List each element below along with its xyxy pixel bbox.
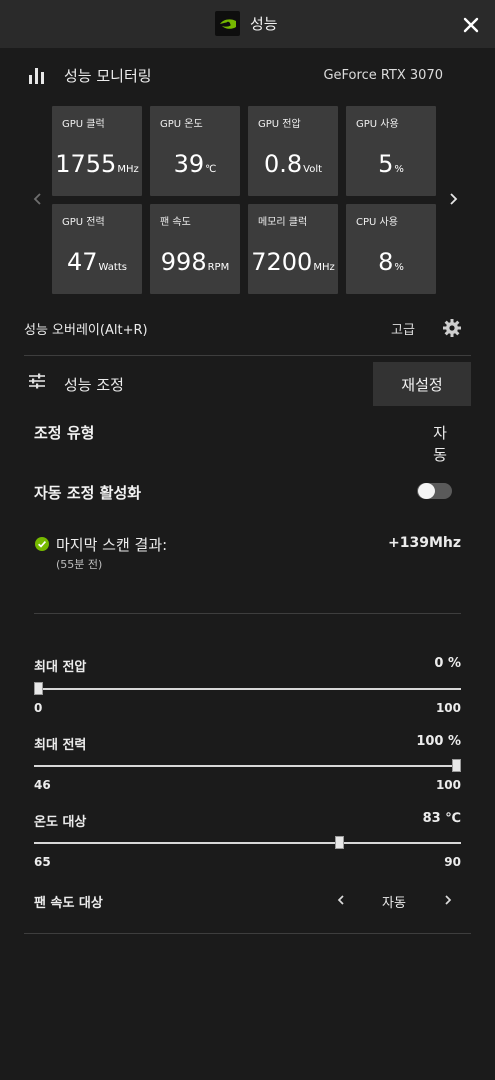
max-power-track[interactable] [34, 765, 461, 767]
metric-tile-cpu-usage: CPU 사용 8% [346, 204, 436, 294]
monitor-title: 성능 모니터링 [64, 67, 152, 85]
metric-tile-gpu-temp: GPU 온도 39℃ [150, 106, 240, 196]
tile-label: GPU 온도 [160, 119, 203, 130]
tile-unit: ℃ [205, 164, 217, 175]
metric-tile-memory-clock: 메모리 클럭 7200MHz [248, 204, 338, 294]
tile-label: CPU 사용 [356, 217, 398, 228]
gear-icon[interactable] [442, 318, 462, 342]
advanced-link[interactable]: 고급 [391, 319, 415, 338]
max-power-label: 최대 전력 [34, 738, 87, 753]
close-icon[interactable] [458, 12, 484, 38]
max-voltage-max: 100 [435, 701, 461, 715]
max-power-handle[interactable] [452, 759, 461, 772]
last-scan-result: +139Mhz [387, 535, 461, 551]
tile-unit: Watts [98, 262, 127, 273]
temp-target-max: 90 [444, 855, 461, 869]
max-power-value: 100 % [416, 734, 461, 749]
tile-unit: Volt [303, 164, 323, 175]
tune-type-value[interactable]: 자 동 [430, 422, 450, 466]
check-circle-icon [35, 536, 49, 555]
monitor-header: 성능 모니터링 GeForce RTX 3070 [28, 64, 473, 88]
temp-target-value: 83 ℃ [422, 811, 461, 826]
tile-value: 47 [67, 248, 98, 276]
tile-unit: MHz [313, 262, 335, 273]
temp-target-handle[interactable] [334, 836, 344, 849]
auto-tune-toggle[interactable] [417, 483, 452, 499]
overlay-label: 성능 오버레이(Alt+R) [24, 323, 148, 338]
tile-value: 1755 [55, 150, 117, 178]
tune-type-label: 조정 유형 [34, 424, 95, 442]
reset-button[interactable]: 재설정 [373, 362, 471, 406]
window-title: 성능 [250, 15, 278, 33]
nvidia-logo-icon [215, 11, 240, 36]
divider [24, 355, 471, 356]
tile-label: 팬 속도 [160, 217, 191, 228]
chevron-right-icon[interactable] [445, 191, 461, 207]
tile-value: 0.8 [263, 150, 303, 178]
tile-value: 5 [378, 150, 394, 178]
fan-target-value: 자동 [382, 896, 406, 911]
sliders-icon [28, 372, 46, 394]
max-voltage-label: 최대 전압 [34, 660, 87, 675]
chevron-right-icon[interactable] [441, 892, 455, 912]
last-scan-time: (55분 전) [56, 558, 103, 571]
auto-tune-label: 자동 조정 활성화 [34, 484, 142, 502]
tile-value: 7200 [251, 248, 313, 276]
tile-label: 메모리 클럭 [258, 217, 308, 228]
max-voltage-handle[interactable] [34, 682, 43, 695]
max-voltage-track[interactable] [34, 688, 461, 690]
gpu-model: GeForce RTX 3070 [323, 68, 443, 83]
temp-target-min: 65 [34, 855, 51, 869]
last-scan-label: 마지막 스캔 결과: [56, 536, 168, 554]
metric-tile-gpu-power: GPU 전력 47Watts [52, 204, 142, 294]
metric-tile-gpu-clock: GPU 클럭 1755MHz [52, 106, 142, 196]
tile-value: 998 [160, 248, 207, 276]
fan-target-label: 팬 속도 대상 [34, 896, 103, 911]
max-voltage-min: 0 [34, 701, 43, 715]
bar-chart-icon [28, 66, 46, 88]
max-power-min: 46 [34, 778, 51, 792]
max-voltage-value: 0 % [434, 656, 461, 671]
tile-unit: % [394, 262, 404, 273]
tile-label: GPU 전압 [258, 119, 301, 130]
chevron-left-icon[interactable] [30, 191, 46, 207]
tile-value: 39 [173, 150, 205, 178]
max-power-max: 100 [435, 778, 461, 792]
temp-target-track[interactable] [34, 842, 461, 844]
tune-type-value-line1: 자 [433, 424, 447, 442]
tile-label: GPU 전력 [62, 217, 105, 228]
tile-unit: % [394, 164, 404, 175]
metric-tile-fan-speed: 팬 속도 998RPM [150, 204, 240, 294]
tile-label: GPU 클럭 [62, 119, 105, 130]
divider [34, 613, 461, 614]
performance-overlay-row: 성능 오버레이(Alt+R) 고급 [24, 318, 471, 338]
divider [24, 933, 471, 934]
metric-tile-gpu-usage: GPU 사용 5% [346, 106, 436, 196]
metric-tile-gpu-voltage: GPU 전압 0.8Volt [248, 106, 338, 196]
chevron-left-icon[interactable] [334, 892, 348, 912]
tile-unit: RPM [207, 262, 230, 273]
title-bar: 성능 [0, 0, 495, 48]
tune-type-value-line2: 동 [433, 446, 447, 464]
tile-unit: MHz [117, 164, 139, 175]
tuning-title: 성능 조정 [64, 376, 124, 394]
tile-value: 8 [378, 248, 394, 276]
tile-label: GPU 사용 [356, 119, 399, 130]
toggle-knob [418, 483, 435, 499]
temp-target-label: 온도 대상 [34, 815, 87, 830]
